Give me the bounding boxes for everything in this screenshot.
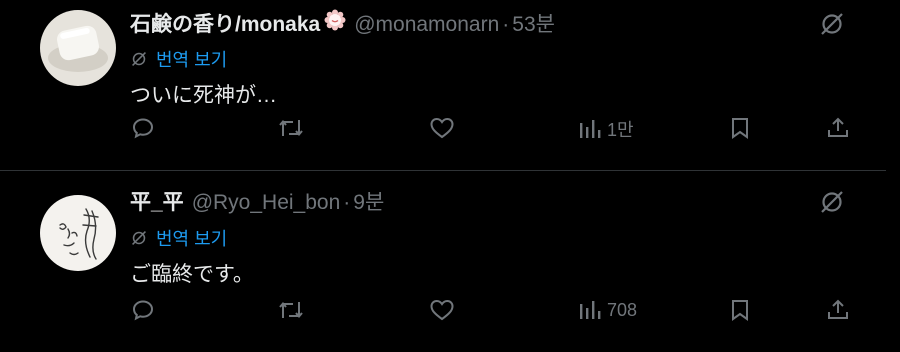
flower-icon [324,9,346,31]
avatar[interactable] [40,195,116,271]
share-button[interactable] [826,116,850,140]
display-name[interactable]: 石鹸の香り/monaka [130,8,320,38]
tweet-1-actions: 1만 [0,116,900,152]
tweet-text: ご臨終です。 [130,263,254,286]
bookmark-button[interactable] [729,298,751,322]
retweet-button[interactable] [277,116,305,140]
tweet-1-header: 石鹸の香り/monaka @monamonarn · 53분 [130,8,555,38]
views-icon [580,301,601,319]
handle[interactable]: @monamonarn [354,13,499,37]
tweet-2-actions: 708 [0,298,900,334]
views-count: 1만 [607,120,634,140]
reply-button[interactable] [131,298,155,322]
views-button[interactable]: 1만 [579,116,634,142]
reply-icon [132,300,154,321]
separator: · [343,191,351,214]
separator: · [502,13,510,36]
translate-link[interactable]: 번역 보기 [130,46,227,72]
like-button[interactable] [429,116,455,140]
views-icon [580,120,601,138]
like-icon [430,299,454,321]
retweet-button[interactable] [277,298,305,322]
grok-icon[interactable] [818,188,846,221]
bookmark-button[interactable] [729,116,751,140]
timestamp[interactable]: 53분 [512,8,555,38]
retweet-icon [279,301,303,319]
share-icon [828,299,848,319]
share-button[interactable] [826,298,850,322]
display-name[interactable]: 平_平 [130,186,184,216]
views-count: 708 [607,299,638,320]
retweet-icon [279,119,303,137]
handle[interactable]: @Ryo_Hei_bon [192,191,341,215]
translate-link[interactable]: 번역 보기 [130,225,227,251]
translate-label: 번역 보기 [156,229,228,249]
tweet-text: ついに死神が… [130,84,277,107]
grok-icon[interactable] [818,10,846,43]
tweet-2-header: 平_平 @Ryo_Hei_bon · 9분 [130,186,384,216]
views-button[interactable]: 708 [579,298,637,322]
share-icon [828,117,848,137]
avatar[interactable] [40,10,116,86]
translate-icon [132,231,146,245]
like-button[interactable] [429,298,455,322]
like-icon [430,117,454,139]
timestamp[interactable]: 9분 [353,186,384,216]
bookmark-icon [732,118,748,139]
translate-icon [132,52,146,66]
bookmark-icon [732,300,748,321]
reply-icon [132,118,154,139]
translate-label: 번역 보기 [156,50,228,70]
reply-button[interactable] [131,116,155,140]
